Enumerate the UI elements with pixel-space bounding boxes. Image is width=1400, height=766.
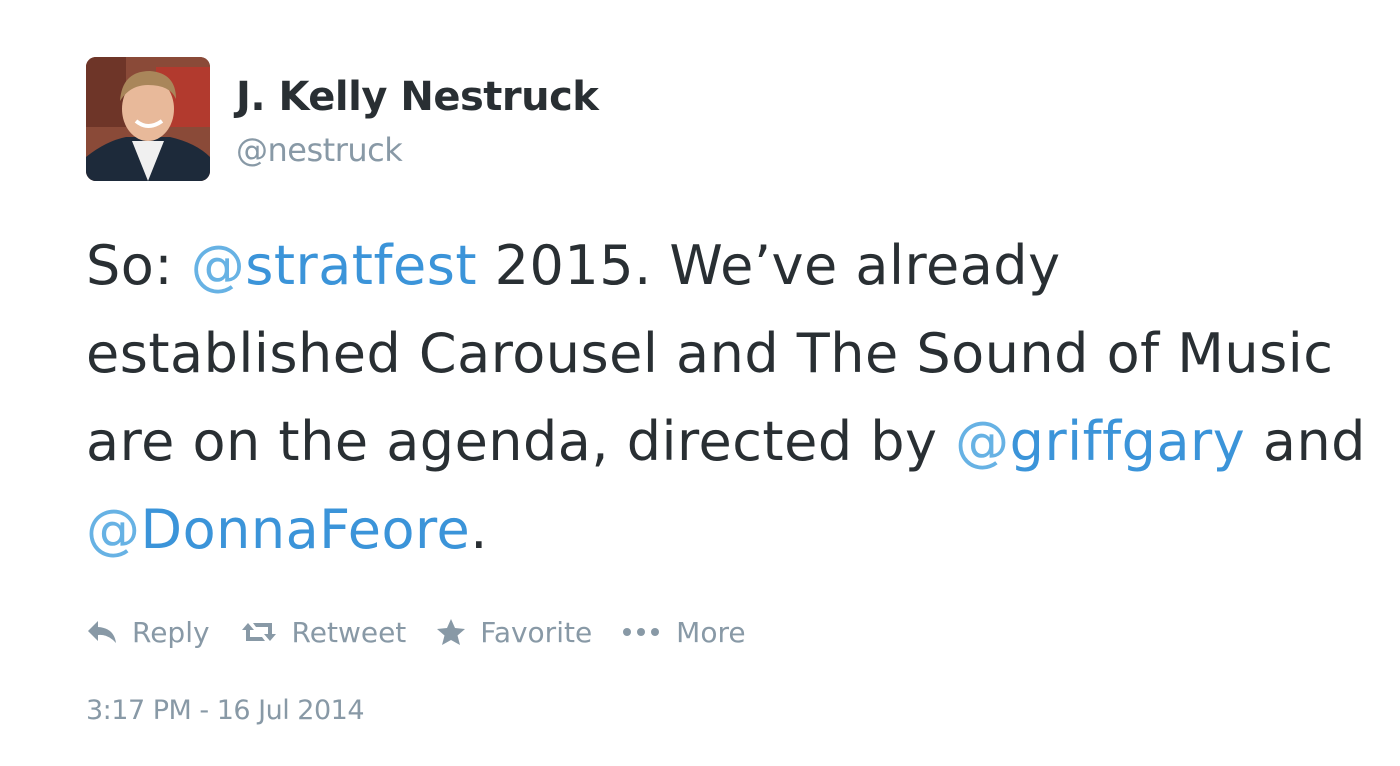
tweet-timestamp[interactable]: 3:17 PM - 16 Jul 2014 (86, 694, 365, 728)
display-name[interactable]: J. Kelly Nestruck (236, 72, 599, 122)
reply-label: Reply (132, 615, 210, 649)
favorite-label: Favorite (480, 615, 593, 649)
screen-name[interactable]: @nestruck (236, 130, 403, 170)
star-icon (437, 619, 466, 645)
more-button[interactable]: More (622, 615, 746, 649)
retweet-icon (241, 623, 276, 641)
favorite-button[interactable]: Favorite (436, 616, 592, 649)
mention-at: @ (190, 234, 246, 297)
mention-name: stratfest (245, 234, 477, 297)
mention-name: DonnaFeore (140, 498, 471, 561)
mention-link-stratfest[interactable]: @stratfest (191, 234, 477, 297)
tweet-text: So: @stratfest 2015. We’ve already estab… (86, 222, 1386, 574)
mention-at: @ (955, 410, 1010, 473)
retweet-button[interactable]: Retweet (240, 615, 407, 649)
mention-link-griffgary[interactable]: @griffgary (955, 410, 1245, 473)
avatar[interactable] (86, 57, 210, 181)
mention-link-donnafeore[interactable]: @DonnaFeore (86, 498, 470, 561)
tweet-card: J. Kelly Nestruck @nestruck So: @stratfe… (0, 0, 1400, 766)
avatar-photo-icon (86, 57, 210, 181)
tweet-text-segment: and (1245, 410, 1366, 473)
more-dots-icon (623, 628, 660, 636)
tweet-text-segment: So: (86, 234, 191, 297)
tweet-text-segment: . (470, 498, 488, 561)
retweet-label: Retweet (291, 615, 407, 649)
reply-button[interactable]: Reply (86, 616, 210, 649)
more-label: More (676, 615, 746, 649)
mention-at: @ (86, 498, 141, 561)
mention-name: griffgary (1009, 410, 1246, 473)
tweet-actions: Reply Retweet Favorite More (86, 610, 776, 654)
reply-icon (88, 621, 116, 643)
